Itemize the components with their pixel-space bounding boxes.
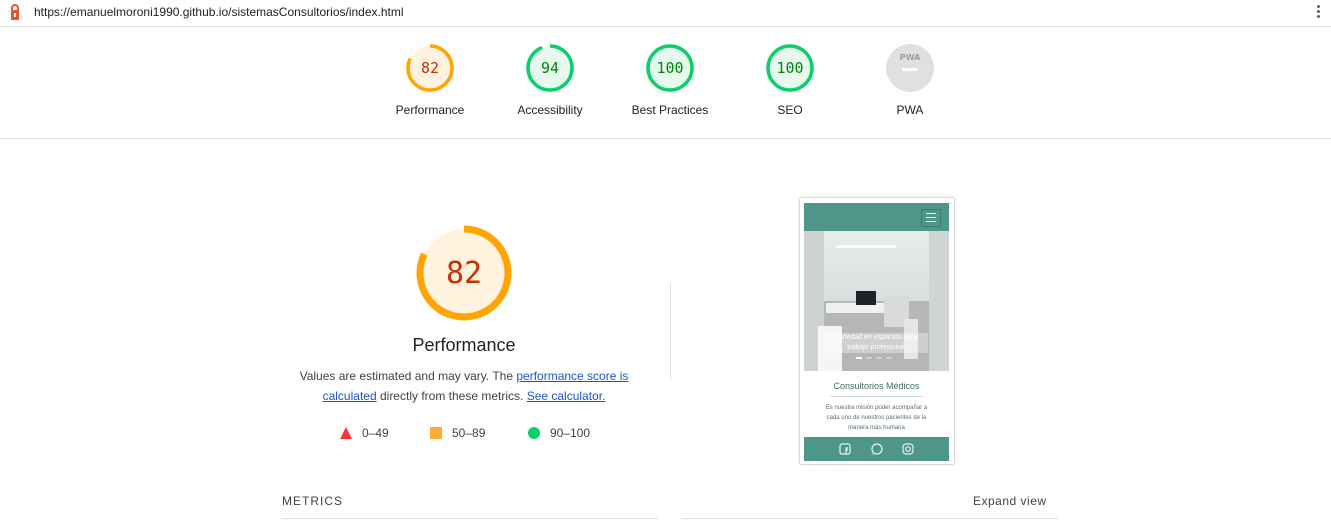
facebook-icon (839, 443, 851, 455)
gauge-ring: 100 (646, 44, 694, 92)
screenshot-caption: Variedad en espacios para trabajo profes… (824, 333, 928, 353)
gauge-best-practices[interactable]: 100 Best Practices (610, 43, 730, 117)
red-triangle-icon (340, 427, 352, 439)
legend-range: 0–49 (362, 426, 389, 440)
performance-title: Performance (412, 335, 516, 355)
performance-score: 82 (446, 256, 482, 291)
final-screenshot[interactable]: Variedad en espacios para trabajo profes… (799, 197, 955, 465)
gauge-label: Accessibility (517, 103, 583, 117)
desc-text: Values are estimated and may vary. The (299, 369, 517, 383)
screenshot-footer (804, 437, 949, 461)
performance-gauge: 82 (416, 225, 512, 321)
instagram-icon (902, 443, 914, 455)
gauge-score: 94 (541, 59, 559, 77)
gauge-score: 82 (421, 59, 439, 77)
kebab-menu-icon[interactable] (1313, 3, 1323, 23)
lighthouse-icon (11, 4, 19, 20)
orange-square-icon (430, 427, 442, 439)
vertical-divider (670, 283, 671, 379)
screenshot-rule (830, 396, 923, 397)
category-gauges: 82 Performance 94 Accessibility 100 Best… (0, 27, 1331, 139)
legend-pass: 90–100 (528, 426, 590, 440)
gauge-accessibility[interactable]: 94 Accessibility (490, 43, 610, 117)
social-icons (839, 443, 914, 455)
screenshot-text: Es nuestra misión poder acompañar a cada… (825, 405, 928, 431)
legend-range: 50–89 (452, 426, 486, 440)
gauge-label: Best Practices (631, 103, 709, 117)
green-circle-icon (528, 427, 540, 439)
metrics-divider-left (282, 518, 658, 519)
gauge-score: 100 (776, 59, 803, 77)
metrics-heading: METRICS (282, 494, 343, 508)
gauge-ring: 100 (766, 44, 814, 92)
score-legend: 0–49 50–89 90–100 (334, 426, 634, 442)
expand-view-button[interactable]: Expand view (973, 494, 1047, 508)
gauge-score: PWA (900, 53, 921, 62)
browser-toolbar: https://emanuelmoroni1990.github.io/sist… (0, 0, 1331, 27)
screenshot-hero-image: Variedad en espacios para trabajo profes… (804, 231, 949, 371)
pwa-badge-icon: PWA (886, 44, 934, 92)
gauge-label: Performance (395, 103, 465, 117)
screenshot-navbar (804, 203, 949, 231)
performance-description: Values are estimated and may vary. The p… (284, 366, 644, 406)
legend-fail: 0–49 (340, 426, 389, 440)
whatsapp-icon (871, 443, 883, 455)
gauge-performance[interactable]: 82 Performance (370, 43, 490, 117)
gauge-ring: 82 (406, 44, 454, 92)
gauge-seo[interactable]: 100 SEO (730, 43, 850, 117)
hamburger-menu-icon (921, 209, 941, 227)
gauge-score: 100 (656, 59, 683, 77)
gauge-pwa[interactable]: PWA PWA (850, 43, 970, 117)
screenshot-title: Consultorios Médicos (833, 381, 920, 391)
gauge-label: SEO (777, 103, 803, 117)
legend-range: 90–100 (550, 426, 591, 440)
url-bar[interactable]: https://emanuelmoroni1990.github.io/sist… (34, 5, 404, 19)
see-calculator-link[interactable]: See calculator. (527, 389, 606, 403)
metrics-divider-right (682, 518, 1058, 519)
gauge-label: PWA (896, 103, 924, 117)
desc-text: directly from these metrics. (376, 389, 527, 403)
gauge-ring: 94 (526, 44, 574, 92)
legend-average: 50–89 (430, 426, 485, 440)
